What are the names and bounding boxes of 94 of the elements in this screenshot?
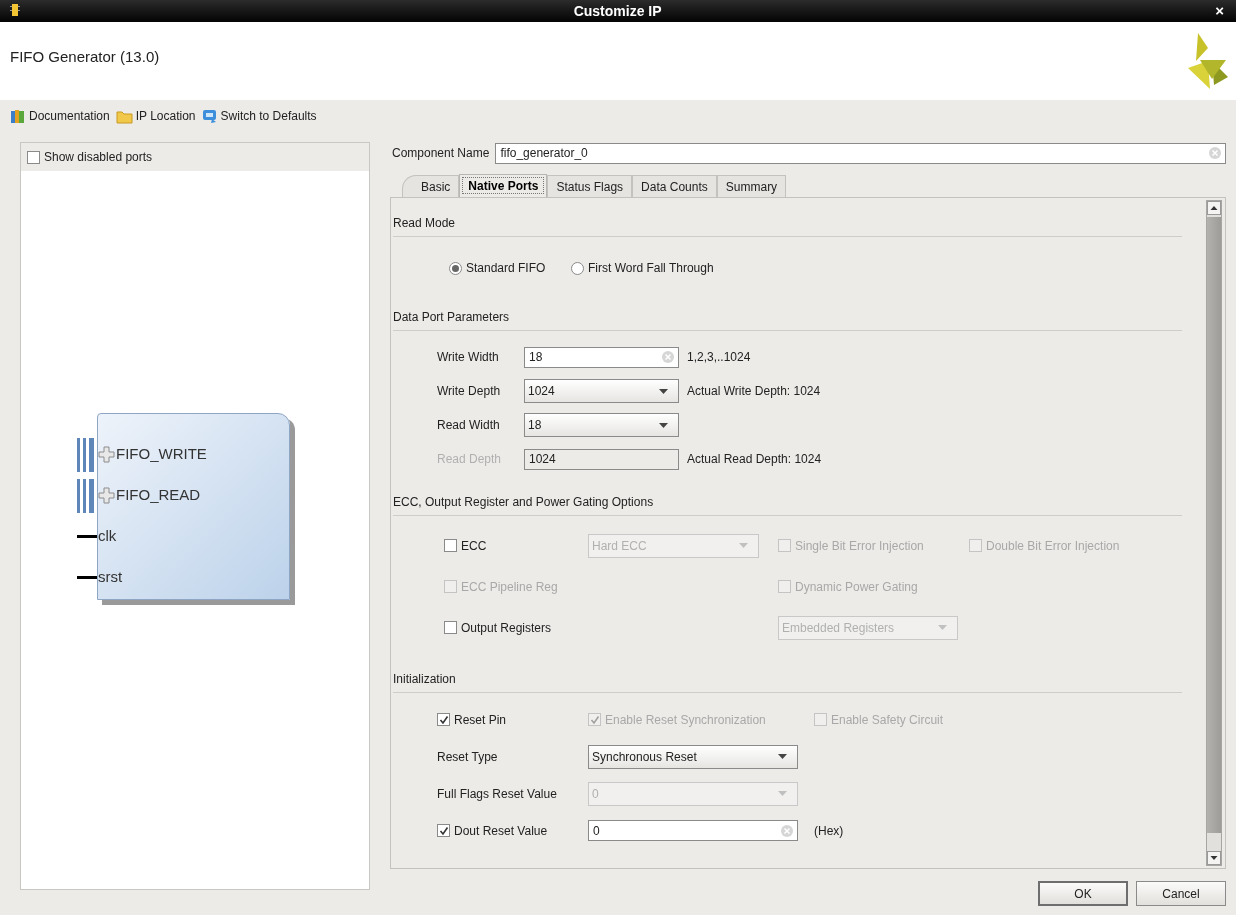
checkbox-label: Single Bit Error Injection	[795, 537, 924, 555]
section-title: Read Mode	[393, 214, 1182, 237]
section-title: Data Port Parameters	[393, 308, 1182, 331]
toolbar-button[interactable]: IP Location	[115, 107, 196, 125]
field-label: Read Width	[437, 417, 501, 434]
checkbox-label: Enable Safety Circuit	[831, 711, 944, 729]
checkbox-label: Dout Reset Value	[454, 822, 548, 840]
checkbox-label: Dynamic Power Gating	[795, 578, 918, 596]
tab[interactable]: Summary	[716, 175, 787, 197]
checkbox-label: ECC	[461, 537, 487, 555]
input-field[interactable]: fifo_generator_0	[495, 142, 1226, 164]
field-label: Reset Type	[437, 748, 499, 766]
section-title: Initialization	[393, 670, 1182, 693]
bus-port-icon	[77, 437, 94, 472]
plus-icon[interactable]	[98, 487, 115, 504]
radio-option[interactable]: First Word Fall Through	[571, 259, 1182, 277]
refresh-icon	[201, 108, 218, 124]
tab[interactable]: Basic	[402, 175, 460, 197]
radio-button[interactable]	[571, 261, 584, 275]
plus-icon[interactable]	[98, 446, 115, 463]
caret-icon	[659, 388, 668, 394]
dropdown-value: Embedded Registers	[782, 619, 895, 637]
radio-label: Standard FIFO	[466, 260, 546, 277]
field-value: 0	[593, 822, 600, 840]
dialog-button[interactable]: OK	[1038, 881, 1128, 906]
checkbox-label: Enable Reset Synchronization	[605, 711, 766, 729]
clear-icon[interactable]	[1209, 147, 1221, 159]
triangle-logo	[1188, 33, 1228, 89]
input-field[interactable]: 18	[524, 346, 679, 368]
tab[interactable]: Native Ports	[459, 174, 548, 197]
checkbox[interactable]	[437, 713, 450, 726]
toolbar-button[interactable]: Documentation	[10, 107, 110, 125]
tab[interactable]: Status Flags	[547, 175, 633, 197]
checkbox[interactable]	[444, 621, 457, 634]
section-title: ECC, Output Register and Power Gating Options	[393, 493, 1182, 516]
checkbox-label: Output Registers	[461, 619, 552, 637]
dropdown[interactable]: 1024	[524, 379, 679, 403]
checkbox-label: ECC Pipeline Reg	[461, 578, 558, 596]
field-label: Read Depth	[437, 451, 503, 468]
checkbox[interactable]	[444, 539, 457, 552]
field-label: Write Depth	[437, 383, 502, 400]
scrollbar[interactable]	[1206, 200, 1222, 866]
books-icon	[10, 108, 26, 124]
dialog-title: FIFO Generator (13.0)	[10, 46, 160, 67]
port-label: FIFO_WRITE	[116, 444, 207, 465]
radio-option[interactable]: Standard FIFO	[449, 259, 571, 277]
field-label: Write Width	[437, 349, 500, 366]
bus-port-icon	[77, 478, 94, 513]
toolbar-button[interactable]: Switch to Defaults	[201, 107, 317, 125]
dropdown-value: Hard ECC	[592, 537, 647, 555]
radio-button[interactable]	[449, 261, 462, 275]
input-field[interactable]: 0	[588, 820, 798, 841]
dropdown-value: 0	[592, 785, 599, 803]
caret-icon	[778, 754, 787, 759]
clear-icon[interactable]	[781, 824, 793, 837]
scroll-thumb[interactable]	[1207, 217, 1221, 833]
radio-label: First Word Fall Through	[588, 260, 714, 277]
checkbox-label: Show disabled ports	[44, 149, 153, 166]
port-label: srst	[98, 567, 123, 588]
dialog-button[interactable]: Cancel	[1136, 881, 1226, 906]
wire-port-icon	[77, 535, 97, 538]
checkbox[interactable]	[27, 150, 40, 164]
caret-icon	[739, 543, 748, 548]
caret-icon	[659, 422, 668, 428]
field-value: 18	[529, 349, 543, 366]
checkbox-label: Reset Pin	[454, 711, 507, 729]
port-label: FIFO_READ	[116, 485, 201, 506]
checkbox-label: Double Bit Error Injection	[986, 537, 1120, 555]
dropdown-value: 18	[528, 417, 542, 434]
window-title: Customize IP	[572, 1, 663, 21]
dropdown-value: Synchronous Reset	[592, 748, 697, 766]
dropdown-value: 1024	[528, 383, 555, 400]
field-note: Actual Write Depth: 1024	[687, 383, 822, 400]
field-label: Full Flags Reset Value	[437, 785, 558, 803]
dropdown[interactable]: Synchronous Reset	[588, 744, 798, 769]
field-note: Actual Read Depth: 1024	[687, 451, 823, 468]
wire-port-icon	[77, 576, 97, 579]
caret-icon	[778, 791, 787, 796]
folder-icon	[115, 108, 133, 124]
field-note: (Hex)	[814, 822, 845, 840]
checkbox[interactable]	[437, 824, 450, 837]
caret-icon	[938, 625, 947, 630]
scroll-down-icon[interactable]	[1207, 851, 1221, 865]
field-note: 1,2,3,..1024	[687, 349, 752, 366]
readonly-field: 1024	[524, 448, 679, 470]
close-button[interactable]: ×	[1215, 0, 1226, 23]
app-icon	[10, 3, 20, 19]
field-label: Component Name	[392, 145, 490, 162]
scroll-up-icon[interactable]	[1207, 201, 1221, 215]
clear-icon[interactable]	[662, 351, 674, 363]
field-value: fifo_generator_0	[500, 145, 588, 162]
port-label: clk	[98, 526, 117, 547]
tab[interactable]: Data Counts	[632, 175, 717, 197]
dropdown[interactable]: 18	[524, 413, 679, 437]
